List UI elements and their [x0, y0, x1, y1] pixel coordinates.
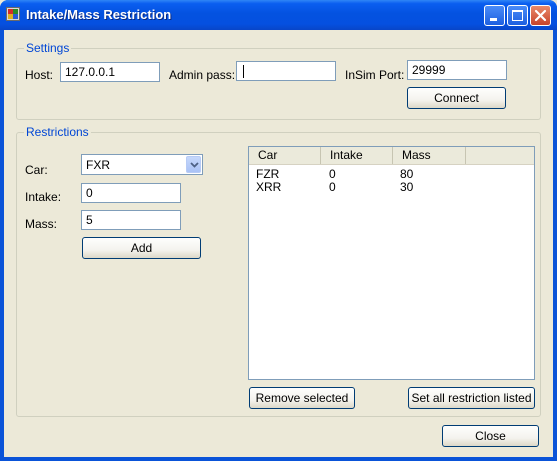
list-cell-intake: 0	[329, 180, 336, 194]
car-selected-value: FXR	[86, 158, 110, 172]
list-cell-mass: 30	[400, 180, 414, 194]
restrictions-list[interactable]: Car Intake Mass FZR 0 80 XRR 0 30	[248, 146, 535, 380]
window-frame-bottom	[0, 457, 557, 461]
title-bar[interactable]: Intake/Mass Restriction	[0, 0, 557, 30]
mass-label: Mass:	[25, 217, 58, 231]
text-caret	[243, 65, 244, 78]
list-item[interactable]: FZR 0 80	[249, 168, 534, 181]
settings-group: Settings	[16, 41, 541, 120]
host-input[interactable]	[60, 62, 160, 82]
close-window-button[interactable]	[530, 5, 551, 26]
column-header-mass[interactable]: Mass	[393, 147, 466, 164]
car-dropdown-button[interactable]	[186, 156, 201, 173]
column-header-intake[interactable]: Intake	[321, 147, 393, 164]
column-header-car[interactable]: Car	[249, 147, 321, 164]
close-icon	[534, 9, 547, 22]
list-item[interactable]: XRR 0 30	[249, 181, 534, 194]
minimize-button[interactable]	[484, 5, 505, 26]
restrictions-legend: Restrictions	[24, 125, 91, 139]
list-cell-car: XRR	[256, 180, 282, 194]
maximize-icon	[512, 10, 523, 21]
chevron-down-icon	[190, 162, 199, 168]
insim-port-input[interactable]	[407, 60, 507, 80]
settings-legend: Settings	[24, 41, 72, 55]
intake-input[interactable]	[81, 183, 181, 203]
set-all-restrictions-button[interactable]: Set all restriction listed	[408, 387, 535, 409]
add-button[interactable]: Add	[82, 237, 201, 259]
maximize-button[interactable]	[507, 5, 528, 26]
remove-selected-button[interactable]: Remove selected	[249, 387, 355, 409]
connect-button[interactable]: Connect	[407, 87, 506, 109]
host-label: Host:	[25, 68, 54, 82]
admin-pass-input[interactable]	[236, 61, 336, 81]
insim-port-label: InSim Port:	[345, 68, 405, 82]
close-button[interactable]: Close	[442, 425, 539, 447]
app-icon	[6, 7, 20, 21]
car-label: Car:	[25, 163, 48, 177]
window-title: Intake/Mass Restriction	[26, 7, 172, 22]
intake-label: Intake:	[25, 190, 62, 204]
app-window: Intake/Mass Restriction Settings Host: A…	[0, 0, 557, 461]
client-area: Settings Host: Admin pass: InSim Port: C…	[4, 30, 553, 457]
admin-pass-label: Admin pass:	[169, 68, 236, 82]
minimize-icon	[490, 18, 497, 21]
car-select[interactable]: FXR	[81, 154, 203, 175]
mass-input[interactable]	[81, 210, 181, 230]
list-header: Car Intake Mass	[249, 147, 534, 165]
